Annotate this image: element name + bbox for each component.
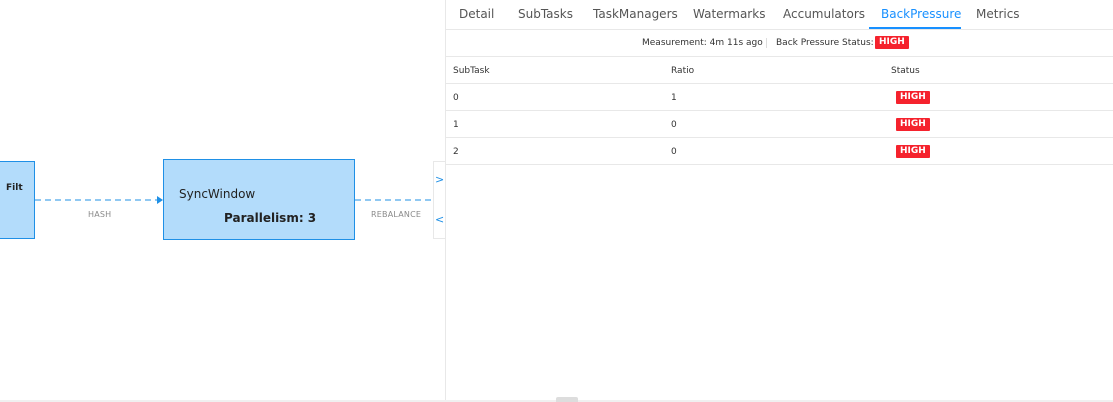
measurement-time: Measurement: 4m 11s ago bbox=[642, 38, 763, 48]
column-header-subtask: SubTask bbox=[453, 66, 490, 76]
chevron-left-icon[interactable]: < bbox=[435, 214, 444, 225]
chevron-right-icon[interactable]: > bbox=[435, 174, 444, 185]
cell-ratio: 1 bbox=[671, 93, 677, 103]
graph-node-filter[interactable]: Filt bbox=[0, 161, 35, 239]
node-parallelism: Parallelism: 3 bbox=[224, 211, 317, 225]
cell-subtask: 1 bbox=[453, 120, 459, 130]
vertex-detail-panel: Detail SubTasks TaskManagers Watermarks … bbox=[445, 0, 1113, 402]
tab-metrics[interactable]: Metrics bbox=[976, 7, 1020, 21]
tab-subtasks[interactable]: SubTasks bbox=[518, 7, 573, 21]
status-badge: HIGH bbox=[896, 91, 930, 104]
divider bbox=[766, 38, 767, 48]
tab-bar: Detail SubTasks TaskManagers Watermarks … bbox=[446, 0, 1113, 30]
node-name: Filt bbox=[6, 183, 23, 193]
status-label: Back Pressure Status: bbox=[776, 38, 874, 48]
column-header-status: Status bbox=[891, 66, 920, 76]
edge-label-hash: HASH bbox=[88, 210, 112, 219]
node-name: SyncWindow bbox=[179, 187, 256, 201]
status-badge: HIGH bbox=[875, 36, 909, 49]
edge-label-rebalance: REBALANCE bbox=[371, 210, 422, 219]
tab-backpressure[interactable]: BackPressure bbox=[881, 7, 961, 21]
status-badge: HIGH bbox=[896, 145, 930, 158]
resize-handle[interactable] bbox=[556, 397, 578, 402]
backpressure-summary: Measurement: 4m 11s ago Back Pressure St… bbox=[446, 29, 1113, 57]
table-row: 0 1 HIGH bbox=[446, 84, 1113, 111]
cell-ratio: 0 bbox=[671, 147, 677, 157]
cell-ratio: 0 bbox=[671, 120, 677, 130]
tab-detail[interactable]: Detail bbox=[459, 7, 494, 21]
graph-node-syncwindow[interactable]: SyncWindow Parallelism: 3 bbox=[163, 159, 355, 240]
column-header-ratio: Ratio bbox=[671, 66, 695, 76]
job-graph-canvas[interactable]: Filt HASH SyncWindow Parallelism: 3 REBA… bbox=[0, 0, 445, 402]
table-row: 1 0 HIGH bbox=[446, 111, 1113, 138]
panel-toggle[interactable]: > < bbox=[433, 161, 445, 239]
status-badge: HIGH bbox=[896, 118, 930, 131]
table-header: SubTask Ratio Status bbox=[446, 57, 1113, 84]
table-row: 2 0 HIGH bbox=[446, 138, 1113, 165]
cell-subtask: 2 bbox=[453, 147, 459, 157]
tab-watermarks[interactable]: Watermarks bbox=[693, 7, 765, 21]
tab-taskmanagers[interactable]: TaskManagers bbox=[593, 7, 678, 21]
tab-accumulators[interactable]: Accumulators bbox=[783, 7, 865, 21]
cell-subtask: 0 bbox=[453, 93, 459, 103]
